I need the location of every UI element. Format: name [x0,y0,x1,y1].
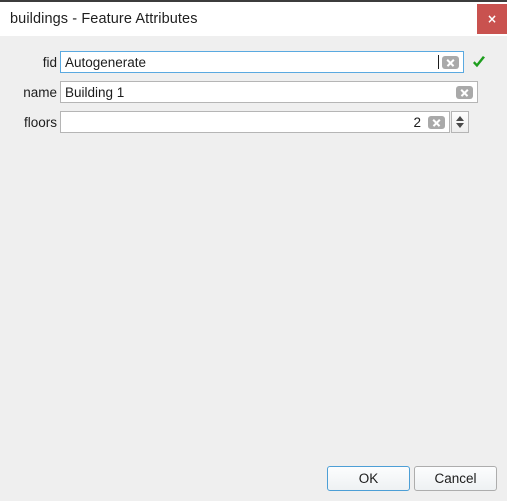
field-row-name: name Building 1 [0,81,507,103]
field-row-floors: floors 2 [0,111,507,133]
spinner-up-icon[interactable] [456,116,464,121]
clear-icon[interactable] [442,55,459,69]
field-label-name: name [23,84,57,100]
close-icon: × [486,12,498,26]
floors-input[interactable]: 2 [60,111,450,133]
clear-icon[interactable] [456,85,473,99]
dialog-titlebar: buildings - Feature Attributes × [0,2,507,36]
name-input-value: Building 1 [65,84,125,100]
name-input[interactable]: Building 1 [60,81,478,103]
floors-input-value: 2 [413,114,421,130]
attributes-form: fid Autogenerate name Building 1 floors … [0,36,507,455]
spinner-down-icon[interactable] [456,123,464,128]
feature-attributes-dialog: buildings - Feature Attributes × fid Aut… [0,0,507,501]
clear-icon[interactable] [428,115,445,129]
dialog-title: buildings - Feature Attributes [10,11,198,27]
text-caret [438,55,439,69]
green-check-icon [473,56,485,68]
fid-input[interactable]: Autogenerate [60,51,464,73]
cancel-button[interactable]: Cancel [414,465,497,491]
ok-button[interactable]: OK [327,465,410,491]
field-label-fid: fid [42,54,57,70]
close-button[interactable]: × [477,4,507,34]
field-row-fid: fid Autogenerate [0,51,507,73]
floors-spinner[interactable] [451,111,469,133]
field-label-floors: floors [23,114,57,130]
dialog-footer: OK Cancel [0,455,507,501]
fid-input-value: Autogenerate [65,54,147,70]
